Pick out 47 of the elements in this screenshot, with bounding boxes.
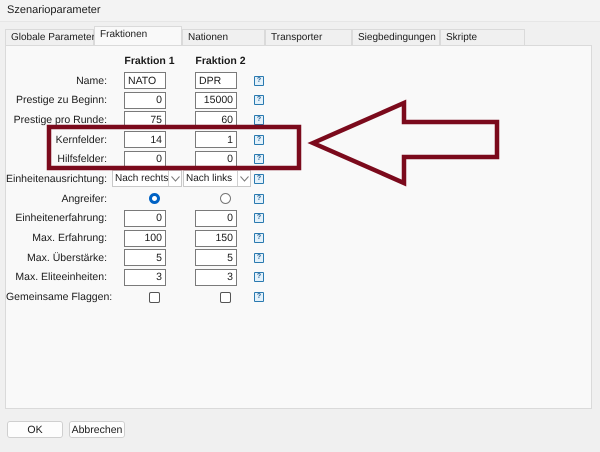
- field-label: Max. Erfahrung:: [31, 232, 108, 244]
- field-label: Max. Überstärke:: [26, 252, 108, 264]
- field-label: Max. Eliteeinheiten:: [14, 271, 108, 284]
- input-field[interactable]: 14: [124, 131, 166, 148]
- radio-button[interactable]: [149, 193, 160, 204]
- input-field[interactable]: 150: [195, 230, 237, 247]
- input-field[interactable]: 3: [195, 268, 237, 286]
- chevron-down-icon: [240, 176, 248, 182]
- input-field[interactable]: 0: [124, 210, 166, 227]
- tab[interactable]: Siegbedingungen: [352, 29, 440, 45]
- field-label: Kernfelder:: [54, 134, 108, 146]
- input-field[interactable]: DPR: [195, 72, 237, 90]
- dropdown[interactable]: Nach rechts: [112, 170, 182, 188]
- tab[interactable]: Transporter: [265, 29, 352, 45]
- input-field[interactable]: 15000: [195, 92, 237, 109]
- radio-button[interactable]: [220, 193, 231, 204]
- field-label: Prestige pro Runde:: [12, 114, 108, 126]
- tab[interactable]: Skripte: [440, 29, 525, 45]
- checkbox[interactable]: [149, 292, 160, 303]
- window-title: Szenarioparameter: [7, 4, 101, 16]
- checkbox[interactable]: [220, 292, 231, 303]
- field-label: Hilfsfelder:: [56, 153, 108, 166]
- input-field[interactable]: 0: [124, 92, 166, 109]
- input-field[interactable]: 1: [195, 131, 237, 148]
- tab[interactable]: Fraktionen: [94, 26, 182, 45]
- input-field[interactable]: 5: [124, 249, 166, 266]
- input-field[interactable]: 3: [124, 268, 166, 286]
- dropdown[interactable]: Nach links: [183, 170, 251, 188]
- input-field[interactable]: 0: [124, 150, 166, 168]
- field-label: Prestige zu Beginn:: [14, 94, 108, 106]
- dialog-button[interactable]: Abbrechen: [69, 421, 125, 438]
- input-field[interactable]: NATO: [124, 72, 166, 90]
- input-field[interactable]: 5: [195, 249, 237, 266]
- column-header: Fraktion 1: [123, 54, 176, 67]
- input-field[interactable]: 0: [195, 150, 237, 168]
- field-label: Einheitenerfahrung:: [14, 212, 108, 224]
- tab[interactable]: Globale Parameter: [5, 29, 94, 45]
- column-header: Fraktion 2: [194, 54, 247, 67]
- field-label: Angreifer:: [60, 192, 108, 205]
- input-field[interactable]: 0: [195, 210, 237, 227]
- input-field[interactable]: 100: [124, 230, 166, 247]
- tab[interactable]: Nationen: [182, 29, 265, 45]
- field-label: Einheitenausrichtung:: [6, 172, 108, 185]
- chevron-down-icon: [170, 176, 180, 182]
- field-label: Name:: [75, 74, 108, 87]
- field-label: Gemeinsame Flaggen:: [6, 291, 109, 304]
- dialog-button[interactable]: OK: [7, 421, 63, 438]
